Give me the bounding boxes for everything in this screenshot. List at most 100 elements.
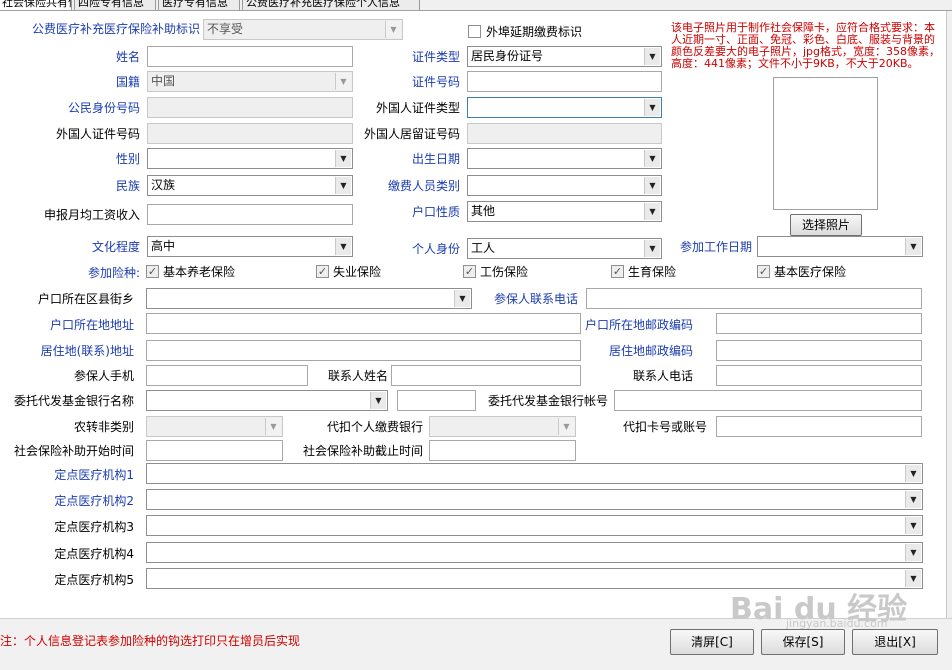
deduct-bank-select[interactable]: ▼ bbox=[429, 416, 576, 437]
exit-button[interactable]: 退出[X] bbox=[852, 629, 938, 655]
chevron-down-icon[interactable]: ▼ bbox=[905, 465, 921, 482]
foreign-residence-label: 外国人居留证号码 bbox=[363, 127, 460, 141]
chevron-down-icon[interactable]: ▼ bbox=[370, 392, 386, 409]
chevron-down-icon[interactable]: ▼ bbox=[644, 150, 660, 167]
payer-category-label: 缴费人员类别 bbox=[387, 179, 460, 193]
clear-button[interactable]: 清屏[C] bbox=[670, 629, 754, 655]
medical-institution-1-select[interactable]: ▼ bbox=[146, 463, 923, 484]
out-of-town-label: 外埠延期缴费标识 bbox=[486, 25, 583, 39]
hukou-district-select[interactable]: ▼ bbox=[146, 288, 472, 309]
nationality-label: 国籍 bbox=[115, 75, 140, 89]
citizen-id-label: 公民身份号码 bbox=[67, 101, 140, 115]
chevron-down-icon[interactable]: ▼ bbox=[905, 491, 921, 508]
medical-institution-3-select[interactable]: ▼ bbox=[146, 515, 923, 536]
monthly-wage-label: 申报月均工资收入 bbox=[43, 208, 140, 222]
tab-social-insurance-common[interactable]: 社会保险共有信息 bbox=[0, 0, 72, 10]
scrollbar[interactable] bbox=[946, 11, 952, 618]
insured-mobile-input[interactable] bbox=[146, 365, 308, 386]
chevron-down-icon[interactable]: ▼ bbox=[335, 150, 351, 167]
bank-account-label: 委托代发基金银行帐号 bbox=[487, 394, 608, 408]
out-of-town-checkbox[interactable] bbox=[468, 25, 481, 38]
medical-institution-4-select[interactable]: ▼ bbox=[146, 542, 923, 563]
chevron-down-icon[interactable]: ▼ bbox=[454, 290, 470, 307]
residence-postcode-input[interactable] bbox=[716, 340, 922, 361]
education-select[interactable]: 高中 ▼ bbox=[147, 236, 353, 257]
residence-postcode-label: 居住地邮政编码 bbox=[608, 344, 693, 358]
citizen-id-input[interactable] bbox=[147, 97, 353, 118]
name-input[interactable] bbox=[147, 46, 353, 67]
subsidy-select[interactable]: 不享受 ▼ bbox=[203, 19, 403, 40]
check-icon: ✓ bbox=[758, 265, 769, 278]
bank-account-input[interactable] bbox=[614, 390, 922, 411]
tab-four-insurance[interactable]: 四险专有信息 bbox=[74, 0, 156, 10]
nationality-select[interactable]: 中国 ▼ bbox=[147, 71, 353, 92]
foreign-id-type-label: 外国人证件类型 bbox=[375, 101, 460, 115]
chevron-down-icon[interactable]: ▼ bbox=[905, 544, 921, 561]
chevron-down-icon[interactable]: ▼ bbox=[644, 177, 660, 194]
work-injury-checkbox[interactable]: ✓ bbox=[463, 265, 476, 278]
insured-phone-input[interactable] bbox=[586, 288, 922, 309]
check-icon: ✓ bbox=[317, 265, 328, 278]
medical-institution-2-label: 定点医疗机构2 bbox=[54, 494, 134, 508]
id-number-input[interactable] bbox=[467, 71, 662, 92]
save-button[interactable]: 保存[S] bbox=[761, 629, 845, 655]
maternity-checkbox[interactable]: ✓ bbox=[611, 265, 624, 278]
chevron-down-icon[interactable]: ▼ bbox=[335, 238, 351, 255]
deduct-account-input[interactable] bbox=[716, 416, 922, 437]
tab-public-medical-supplement[interactable]: 公费医疗补充医疗保险个人信息 bbox=[242, 0, 420, 10]
ethnicity-select[interactable]: 汉族 ▼ bbox=[147, 175, 353, 196]
select-photo-button[interactable]: 选择照片 bbox=[790, 214, 862, 236]
unemployment-checkbox[interactable]: ✓ bbox=[316, 265, 329, 278]
foreign-id-number-label: 外国人证件号码 bbox=[55, 127, 140, 141]
foreign-id-type-select[interactable]: ▼ bbox=[467, 97, 662, 118]
monthly-wage-input[interactable] bbox=[147, 204, 353, 225]
chevron-down-icon[interactable]: ▼ bbox=[385, 21, 401, 38]
hukou-type-select[interactable]: 其他 ▼ bbox=[467, 201, 662, 222]
bank-code-input[interactable] bbox=[397, 390, 476, 411]
chevron-down-icon[interactable]: ▼ bbox=[335, 73, 351, 90]
bank-name-select[interactable]: ▼ bbox=[146, 390, 388, 411]
id-type-value: 居民身份证号 bbox=[471, 49, 544, 63]
medical-institution-3-label: 定点医疗机构3 bbox=[54, 520, 134, 534]
foreign-residence-input[interactable] bbox=[467, 123, 662, 144]
hukou-type-label: 户口性质 bbox=[411, 205, 460, 219]
chevron-down-icon[interactable]: ▼ bbox=[558, 418, 574, 435]
hukou-postcode-input[interactable] bbox=[716, 313, 922, 334]
chevron-down-icon[interactable]: ▼ bbox=[644, 48, 660, 65]
basic-medical-checkbox[interactable]: ✓ bbox=[757, 265, 770, 278]
check-icon: ✓ bbox=[612, 265, 623, 278]
medical-institution-2-select[interactable]: ▼ bbox=[146, 489, 923, 510]
check-icon: ✓ bbox=[147, 265, 158, 278]
subsidy-end-input[interactable] bbox=[429, 440, 576, 461]
residence-address-input[interactable] bbox=[146, 340, 581, 361]
tab-medical[interactable]: 医疗专有信息 bbox=[158, 0, 240, 10]
chevron-down-icon[interactable]: ▼ bbox=[644, 240, 660, 257]
chevron-down-icon[interactable]: ▼ bbox=[905, 238, 921, 255]
chevron-down-icon[interactable]: ▼ bbox=[335, 177, 351, 194]
agri-category-label: 农转非类别 bbox=[73, 420, 134, 434]
gender-select[interactable]: ▼ bbox=[147, 148, 353, 169]
contact-name-input[interactable] bbox=[391, 365, 581, 386]
hukou-address-input[interactable] bbox=[146, 313, 581, 334]
chevron-down-icon[interactable]: ▼ bbox=[265, 418, 281, 435]
chevron-down-icon[interactable]: ▼ bbox=[905, 570, 921, 587]
photo-box bbox=[773, 77, 878, 210]
contact-phone-input[interactable] bbox=[716, 365, 922, 386]
pension-checkbox[interactable]: ✓ bbox=[146, 265, 159, 278]
payer-category-select[interactable]: ▼ bbox=[467, 175, 662, 196]
personal-status-select[interactable]: 工人 ▼ bbox=[467, 238, 662, 259]
work-start-date-picker[interactable]: ▼ bbox=[757, 236, 923, 257]
chevron-down-icon[interactable]: ▼ bbox=[644, 99, 660, 116]
photo-requirements-note: 该电子照片用于制作社会保障卡，应符合格式要求：本人近期一寸、正面、免冠、彩色、白… bbox=[671, 22, 941, 70]
chevron-down-icon[interactable]: ▼ bbox=[905, 517, 921, 534]
foreign-id-number-input[interactable] bbox=[147, 123, 353, 144]
chevron-down-icon[interactable]: ▼ bbox=[644, 203, 660, 220]
subsidy-start-input[interactable] bbox=[146, 440, 283, 461]
birth-date-picker[interactable]: ▼ bbox=[467, 148, 662, 169]
agri-category-select[interactable]: ▼ bbox=[146, 416, 283, 437]
residence-address-label: 居住地(联系)地址 bbox=[40, 344, 134, 358]
insured-mobile-label: 参保人手机 bbox=[73, 369, 134, 383]
deduct-account-label: 代扣卡号或账号 bbox=[622, 420, 707, 434]
bank-name-label: 委托代发基金银行名称 bbox=[13, 394, 134, 408]
id-type-select[interactable]: 居民身份证号 ▼ bbox=[467, 46, 662, 67]
